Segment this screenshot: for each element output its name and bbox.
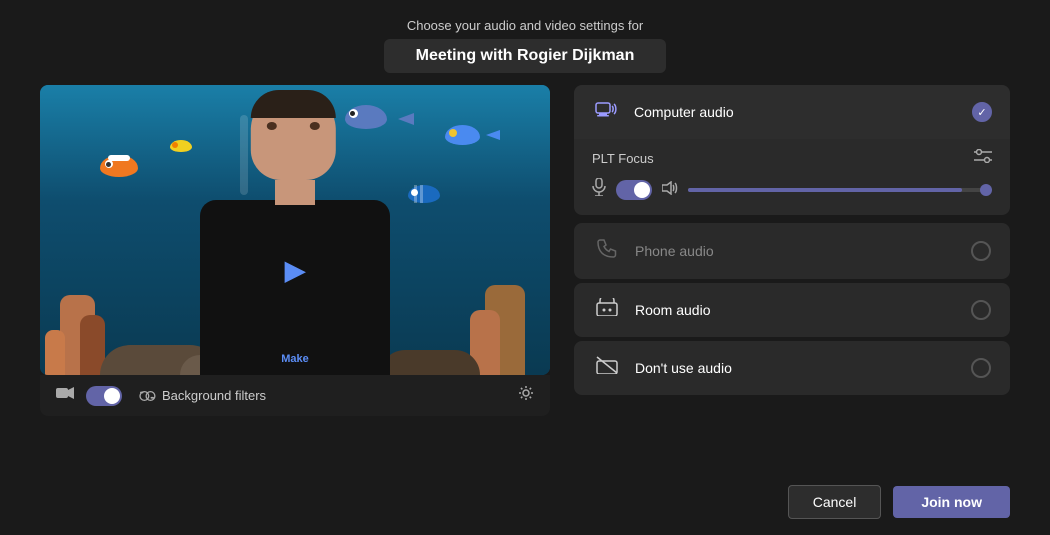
computer-audio-icon xyxy=(592,99,620,125)
no-audio-option[interactable]: Don't use audio xyxy=(574,341,1010,395)
phone-audio-label: Phone audio xyxy=(635,243,957,259)
meeting-title: Meeting with Rogier Dijkman xyxy=(416,47,635,64)
bg-filters-icon xyxy=(138,389,156,403)
room-audio-option[interactable]: Room audio xyxy=(574,283,1010,337)
plt-settings-icon[interactable] xyxy=(974,149,992,168)
plt-section: PLT Focus xyxy=(574,139,1010,215)
video-controls-bar: Background filters xyxy=(40,375,550,416)
header-subtitle: Choose your audio and video settings for xyxy=(384,18,667,33)
volume-slider[interactable] xyxy=(688,188,992,192)
plt-row: PLT Focus xyxy=(592,149,992,168)
person-body: ▶ Make xyxy=(200,200,390,375)
computer-audio-label: Computer audio xyxy=(634,104,958,120)
mic-icon xyxy=(592,178,606,201)
phone-audio-option[interactable]: Phone audio xyxy=(574,223,1010,279)
volume-thumb xyxy=(980,184,992,196)
phone-audio-radio[interactable] xyxy=(971,241,991,261)
fish-1 xyxy=(445,125,490,153)
camera-toggle[interactable] xyxy=(86,386,122,406)
fish-3 xyxy=(408,185,450,211)
header-title-box: Meeting with Rogier Dijkman xyxy=(384,39,667,73)
computer-audio-radio[interactable] xyxy=(972,102,992,122)
fish-4 xyxy=(170,140,200,158)
no-audio-label: Don't use audio xyxy=(635,360,957,376)
phone-audio-icon xyxy=(593,238,621,264)
aquarium-overlay: ▶ Make xyxy=(40,85,550,375)
camera-icon xyxy=(56,386,74,405)
computer-audio-option[interactable]: Computer audio xyxy=(574,85,1010,139)
fish-2 xyxy=(100,155,150,185)
bubble-stream xyxy=(240,115,248,195)
video-settings-icon[interactable] xyxy=(518,385,534,406)
bg-filters-label: Background filters xyxy=(162,388,266,403)
main-content: ▶ Make xyxy=(0,85,1050,475)
header: Choose your audio and video settings for… xyxy=(384,0,667,85)
join-button[interactable]: Join now xyxy=(893,486,1010,518)
no-audio-icon xyxy=(593,356,621,380)
person-neck xyxy=(275,180,315,205)
person-head xyxy=(251,90,336,180)
video-preview: ▶ Make xyxy=(40,85,550,375)
room-audio-label: Room audio xyxy=(635,302,957,318)
bottom-bar: Cancel Join now xyxy=(0,475,1050,535)
bg-filters-button[interactable]: Background filters xyxy=(138,388,266,403)
speaker-icon xyxy=(662,181,678,198)
volume-fill xyxy=(688,188,962,192)
room-audio-radio[interactable] xyxy=(971,300,991,320)
coral-3 xyxy=(45,330,65,375)
room-audio-icon xyxy=(593,298,621,322)
plt-label: PLT Focus xyxy=(592,151,654,166)
no-audio-radio[interactable] xyxy=(971,358,991,378)
fish-5 xyxy=(345,105,400,137)
mic-toggle[interactable] xyxy=(616,180,652,200)
rock-2 xyxy=(380,350,480,375)
audio-controls-row xyxy=(592,178,992,201)
video-panel: ▶ Make xyxy=(40,85,550,475)
audio-panel: Computer audio PLT Focus xyxy=(574,85,1010,475)
cancel-button[interactable]: Cancel xyxy=(788,485,882,519)
